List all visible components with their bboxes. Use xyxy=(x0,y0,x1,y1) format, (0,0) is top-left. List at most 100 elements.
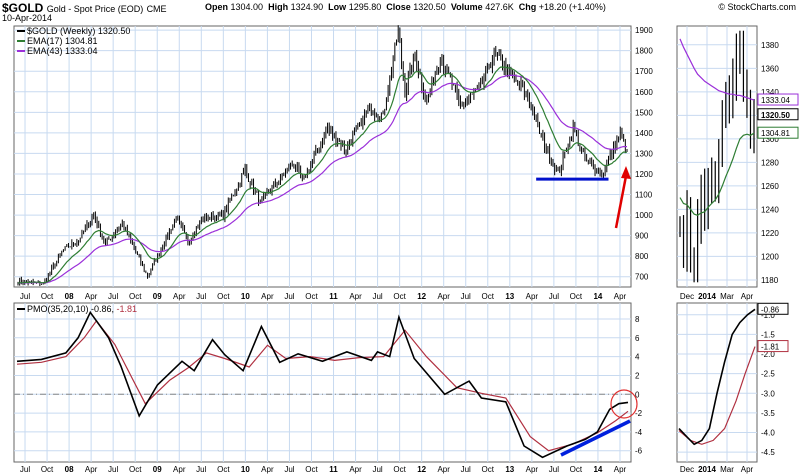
weekly-price-tick-2: 900 xyxy=(635,232,649,241)
weekly-price-xlabel-9: Oct xyxy=(217,292,230,301)
daily-pmo-tick-7: -4.5 xyxy=(761,448,775,457)
daily-pmo-tag-0: -0.86 xyxy=(761,305,780,314)
weekly-price-xlabel-5: Oct xyxy=(129,292,142,301)
weekly-price-tick-3: 1000 xyxy=(635,211,653,220)
weekly-price-xlabel-15: Apr xyxy=(349,292,362,301)
weekly-price-tick-8: 1500 xyxy=(635,108,653,117)
weekly-price-tick-6: 1300 xyxy=(635,149,653,158)
weekly-pmo-xlabel-13: Oct xyxy=(305,465,318,474)
pmo-legend-main: PMO(35,20,10) -0.86, xyxy=(27,304,117,314)
weekly-pmo-xlabel-1: Oct xyxy=(41,465,54,474)
daily-price-xlabel-0: Dec xyxy=(680,292,694,301)
weekly-price-xlabel-17: Oct xyxy=(393,292,406,301)
weekly-price-tick-12: 1900 xyxy=(635,26,653,35)
weekly-pmo-tick-7: 8 xyxy=(635,315,640,324)
weekly-legend-label-1: EMA(17) 1304.81 xyxy=(27,36,98,46)
weekly-pmo-xlabel-10: 10 xyxy=(241,465,250,474)
daily-price-tick-4: 1260 xyxy=(761,182,779,191)
weekly-price-xlabel-2: 08 xyxy=(65,292,74,301)
daily-pmo-xlabel-0: Dec xyxy=(680,465,694,474)
daily-price-tag-1: 1320.50 xyxy=(761,111,790,120)
weekly-pmo-xlabel-23: Apr xyxy=(526,465,539,474)
weekly-price-tick-10: 1700 xyxy=(635,67,653,76)
weekly-pmo-tick-1: -4 xyxy=(635,428,643,437)
weekly-price-xlabel-0: Jul xyxy=(20,292,30,301)
weekly-price-xlabel-22: 13 xyxy=(505,292,514,301)
daily-pmo-tick-4: -3.0 xyxy=(761,389,775,398)
weekly-price-xlabel-12: Jul xyxy=(284,292,294,301)
daily-price-panel xyxy=(676,25,758,288)
weekly-price-xlabel-25: Oct xyxy=(570,292,583,301)
daily-pmo-tag-1: -1.81 xyxy=(761,343,780,352)
weekly-pmo-xlabel-3: Apr xyxy=(85,465,98,474)
daily-pmo-tick-5: -3.5 xyxy=(761,409,775,418)
pmo-legend-signal: -1.81 xyxy=(117,304,138,314)
pmo-legend-label: PMO(35,20,10) -0.86, -1.81 xyxy=(27,304,137,314)
weekly-price-xlabel-14: 11 xyxy=(329,292,338,301)
daily-pmo-xlabel-3: Apr xyxy=(741,465,754,474)
weekly-pmo-xlabel-15: Apr xyxy=(349,465,362,474)
weekly-pmo-xlabel-27: Apr xyxy=(614,465,627,474)
weekly-price-xlabel-21: Oct xyxy=(482,292,495,301)
weekly-pmo-xlabel-18: 12 xyxy=(417,465,426,474)
weekly-price-xlabel-26: 14 xyxy=(593,292,602,301)
weekly-price-xlabel-1: Oct xyxy=(41,292,54,301)
weekly-pmo-xlabel-8: Jul xyxy=(196,465,206,474)
weekly-price-xlabel-7: Apr xyxy=(173,292,186,301)
weekly-pmo-xlabel-11: Apr xyxy=(261,465,274,474)
daily-price-tick-9: 1360 xyxy=(761,64,779,73)
weekly-pmo-xlabel-17: Oct xyxy=(393,465,406,474)
weekly-price-xlabel-19: Apr xyxy=(437,292,450,301)
weekly-price-xlabel-16: Jul xyxy=(372,292,382,301)
weekly-pmo-panel xyxy=(13,302,632,463)
weekly-price-tick-4: 1100 xyxy=(635,191,653,200)
weekly-pmo-xlabel-12: Jul xyxy=(284,465,294,474)
daily-price-tag-0: 1333.04 xyxy=(761,96,790,105)
daily-pmo-tick-1: -1.5 xyxy=(761,330,775,339)
daily-price-tick-0: 1180 xyxy=(761,276,779,285)
weekly-pmo-tick-0: -6 xyxy=(635,447,643,456)
weekly-pmo-xlabel-5: Oct xyxy=(129,465,142,474)
daily-price-tag-2: 1304.81 xyxy=(761,129,790,138)
weekly-pmo-xlabel-24: Jul xyxy=(549,465,559,474)
weekly-price-tick-7: 1400 xyxy=(635,129,653,138)
weekly-pmo-xlabel-20: Jul xyxy=(461,465,471,474)
weekly-price-xlabel-20: Jul xyxy=(461,292,471,301)
weekly-legend-label-2: EMA(43) 1333.04 xyxy=(27,46,98,56)
weekly-price-tick-5: 1200 xyxy=(635,170,653,179)
weekly-pmo-xlabel-6: 09 xyxy=(153,465,162,474)
weekly-price-xlabel-10: 10 xyxy=(241,292,250,301)
weekly-pmo-tick-6: 6 xyxy=(635,334,640,343)
weekly-price-xlabel-24: Jul xyxy=(549,292,559,301)
daily-price-xlabel-1: 2014 xyxy=(698,292,716,301)
weekly-pmo-xlabel-0: Jul xyxy=(20,465,30,474)
weekly-price-xlabel-23: Apr xyxy=(526,292,539,301)
weekly-price-xlabel-4: Jul xyxy=(108,292,118,301)
weekly-pmo-xlabel-25: Oct xyxy=(570,465,583,474)
weekly-pmo-xlabel-16: Jul xyxy=(372,465,382,474)
weekly-pmo-xlabel-21: Oct xyxy=(482,465,495,474)
daily-price-xlabel-3: Apr xyxy=(741,292,754,301)
daily-price-xlabel-2: Mar xyxy=(720,292,734,301)
weekly-pmo-xlabel-7: Apr xyxy=(173,465,186,474)
weekly-price-tick-1: 800 xyxy=(635,252,649,261)
weekly-pmo-xlabel-26: 14 xyxy=(593,465,602,474)
daily-price-tick-5: 1280 xyxy=(761,158,779,167)
weekly-price-xlabel-13: Oct xyxy=(305,292,318,301)
weekly-pmo-xlabel-9: Oct xyxy=(217,465,230,474)
daily-price-tick-2: 1220 xyxy=(761,229,779,238)
daily-pmo-xlabel-2: Mar xyxy=(720,465,734,474)
weekly-pmo-tick-5: 4 xyxy=(635,353,640,362)
weekly-price-tick-9: 1600 xyxy=(635,88,653,97)
weekly-pmo-xlabel-14: 11 xyxy=(329,465,338,474)
daily-pmo-tick-6: -4.0 xyxy=(761,429,775,438)
weekly-pmo-xlabel-2: 08 xyxy=(65,465,74,474)
chart-canvas: 700 800 900 1000 1100 1200 1300 1400 1500 1600 170… xyxy=(13,25,799,474)
daily-price-tick-3: 1240 xyxy=(761,205,779,214)
weekly-price-tick-0: 700 xyxy=(635,273,649,282)
weekly-pmo-xlabel-22: 13 xyxy=(505,465,514,474)
daily-pmo-tick-3: -2.5 xyxy=(761,370,775,379)
daily-pmo-xlabel-1: 2014 xyxy=(698,465,716,474)
weekly-price-xlabel-8: Jul xyxy=(196,292,206,301)
daily-price-tick-1: 1200 xyxy=(761,252,779,261)
